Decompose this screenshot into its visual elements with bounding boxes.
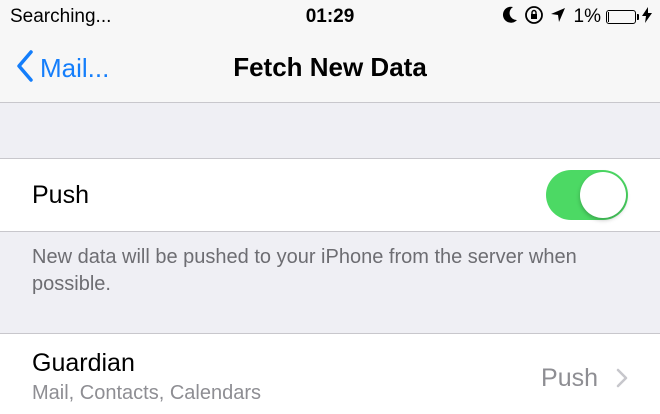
battery-percent: 1% [573,6,601,27]
status-bar: Searching... 01:29 1% [0,0,660,34]
orientation-lock-icon [524,5,544,30]
push-footnote: New data will be pushed to your iPhone f… [32,246,577,295]
account-fetch-value: Push [541,364,598,392]
push-toggle[interactable] [546,170,628,220]
toggle-knob [580,172,626,218]
charging-bolt-icon [642,6,652,28]
status-right-group: 1% [496,5,652,30]
page-title: Fetch New Data [233,52,427,82]
battery-icon [606,10,639,24]
push-setting-row: Push [0,158,660,232]
moon-icon [502,6,518,29]
account-services: Mail, Contacts, Calendars [32,382,261,404]
navigation-bar: Mail... Fetch New Data [0,34,660,103]
account-row-guardian[interactable]: Guardian Mail, Contacts, Calendars Push [0,333,660,414]
location-arrow-icon [550,7,566,28]
push-label: Push [32,181,89,209]
chevron-right-icon [616,368,628,393]
battery-fill [608,12,609,22]
account-name: Guardian [32,349,135,377]
